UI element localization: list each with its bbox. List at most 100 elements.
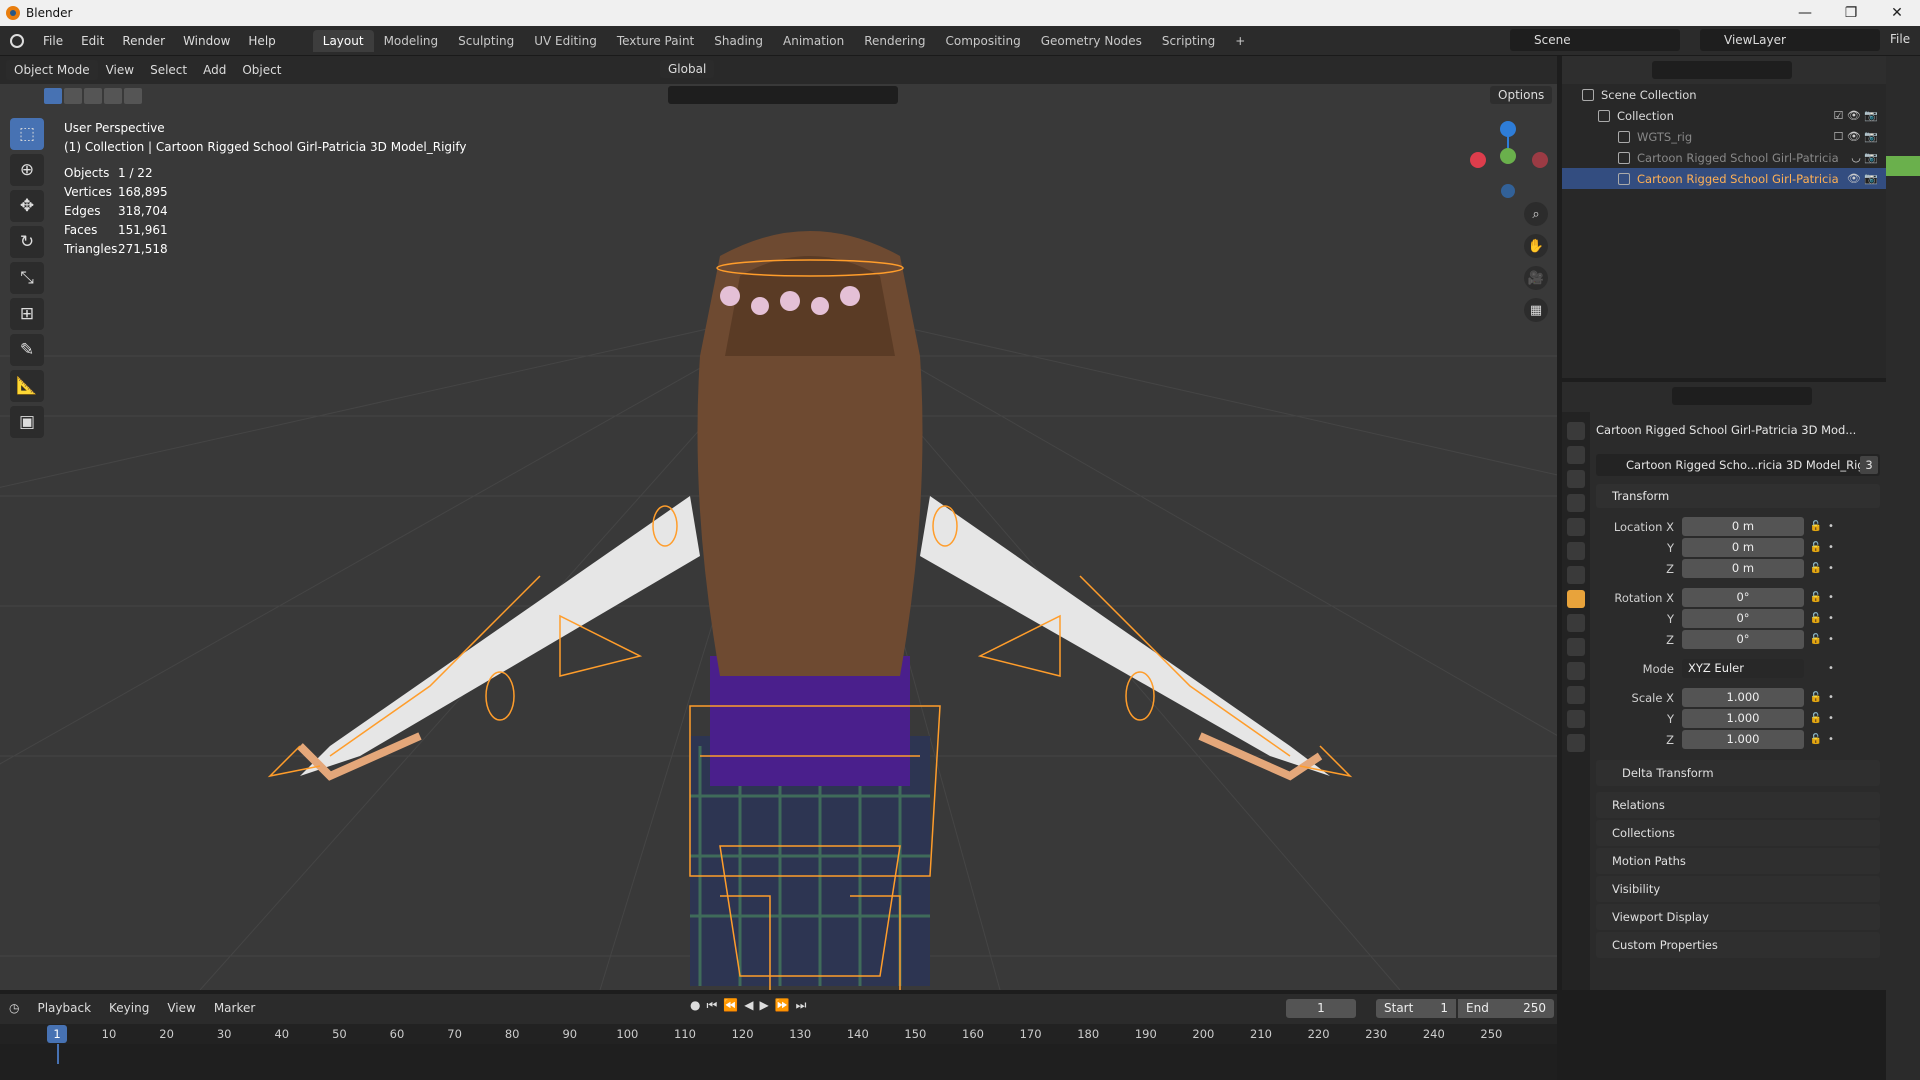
delta-transform-subpanel[interactable]: Delta Transform <box>1596 760 1880 786</box>
menu-help[interactable]: Help <box>239 34 284 48</box>
timeline-menu-marker[interactable]: Marker <box>205 1001 264 1015</box>
tab-sculpting[interactable]: Sculpting <box>448 30 524 52</box>
lock-icon[interactable]: 🔓 <box>1804 713 1828 724</box>
rotation-x-field[interactable]: 0° <box>1682 588 1804 607</box>
menu-window[interactable]: Window <box>174 34 239 48</box>
scene-tab-icon[interactable] <box>1567 518 1585 536</box>
tab-layout[interactable]: Layout <box>312 29 374 52</box>
rotation-y-field[interactable]: 0° <box>1682 609 1804 628</box>
outliner-search-field[interactable] <box>1652 61 1792 79</box>
add-workspace-button[interactable]: + <box>1225 30 1255 52</box>
user-count-badge[interactable]: 3 <box>1860 456 1878 474</box>
output-tab-icon[interactable] <box>1567 470 1585 488</box>
visibility-toggles[interactable]: ☐ 👁 📷 <box>1833 130 1878 143</box>
tab-modeling[interactable]: Modeling <box>374 30 449 52</box>
texture-tab-icon[interactable] <box>1567 734 1585 752</box>
timeline-menu-keying[interactable]: Keying <box>100 1001 158 1015</box>
viewport-menu-object[interactable]: Object <box>234 61 289 79</box>
maximize-button[interactable]: ❐ <box>1828 0 1874 26</box>
keyframe-dot-icon[interactable]: • <box>1828 563 1834 574</box>
lock-icon[interactable]: 🔓 <box>1804 521 1828 532</box>
editor-type-icon[interactable]: ◷ <box>0 1001 28 1015</box>
keyframe-dot-icon[interactable]: • <box>1828 521 1834 532</box>
rotation-mode-dropdown[interactable]: XYZ Euler <box>1682 659 1804 678</box>
jump-keyframe-forward-icon[interactable]: ⏩ <box>775 998 790 1013</box>
outliner-item[interactable]: WGTS_rig ☐ 👁 📷 <box>1562 126 1886 147</box>
jump-start-icon[interactable]: ⏮ <box>706 998 717 1013</box>
collections-subpanel[interactable]: Collections <box>1596 820 1880 846</box>
camera-view-icon[interactable]: 🎥 <box>1524 266 1548 290</box>
options-button[interactable]: Options <box>1490 86 1553 104</box>
play-reverse-icon[interactable]: ◀ <box>744 998 753 1013</box>
tab-geometry-nodes[interactable]: Geometry Nodes <box>1031 30 1152 52</box>
right-file-menu[interactable]: File <box>1890 32 1910 46</box>
jump-keyframe-back-icon[interactable]: ⏪ <box>723 998 738 1013</box>
location-y-field[interactable]: 0 m <box>1682 538 1804 557</box>
viewport-search-field[interactable] <box>668 86 898 104</box>
viewport-menu-add[interactable]: Add <box>195 61 234 79</box>
motion-paths-subpanel[interactable]: Motion Paths <box>1596 848 1880 874</box>
armature-data-tab-icon[interactable] <box>1567 686 1585 704</box>
object-mode-dropdown[interactable]: Object Mode <box>6 60 98 80</box>
location-z-field[interactable]: 0 m <box>1682 559 1804 578</box>
view-layer-selector[interactable]: ViewLayer <box>1700 29 1880 51</box>
transform-orientation-dropdown[interactable]: Global <box>660 60 715 78</box>
object-tab-icon[interactable] <box>1567 590 1585 608</box>
location-x-field[interactable]: 0 m <box>1682 517 1804 536</box>
lock-icon[interactable]: 🔓 <box>1804 634 1828 645</box>
move-tool-icon[interactable]: ✥ <box>10 190 44 222</box>
viewport-menu-view[interactable]: View <box>98 61 142 79</box>
visibility-toggles[interactable]: 👁 📷 <box>1847 172 1878 185</box>
world-tab-icon[interactable] <box>1567 542 1585 560</box>
ortho-grid-icon[interactable]: ▦ <box>1524 298 1548 322</box>
rotate-tool-icon[interactable]: ↻ <box>10 226 44 258</box>
custom-properties-subpanel[interactable]: Custom Properties <box>1596 932 1880 958</box>
timeline-track[interactable] <box>0 1044 1557 1080</box>
keyframe-dot-icon[interactable]: • <box>1828 634 1834 645</box>
keyframe-dot-icon[interactable]: • <box>1828 713 1834 724</box>
tab-shading[interactable]: Shading <box>704 30 773 52</box>
jump-end-icon[interactable]: ⏭ <box>796 998 807 1013</box>
outliner-item-selected[interactable]: Cartoon Rigged School Girl-Patricia 👁 📷 <box>1562 168 1886 189</box>
tab-compositing[interactable]: Compositing <box>935 30 1030 52</box>
3d-viewport[interactable]: Object Mode View Select Add Object Globa… <box>0 56 1557 990</box>
menu-file[interactable]: File <box>34 34 72 48</box>
properties-search-field[interactable] <box>1672 387 1812 405</box>
select-new-icon[interactable] <box>44 88 62 104</box>
keyframe-dot-icon[interactable]: • <box>1828 542 1834 553</box>
select-invert-icon[interactable] <box>104 88 122 104</box>
pan-hand-icon[interactable]: ✋ <box>1524 234 1548 258</box>
scale-x-field[interactable]: 1.000 <box>1682 688 1804 707</box>
minimize-button[interactable]: — <box>1782 0 1828 26</box>
lock-icon[interactable]: 🔓 <box>1804 734 1828 745</box>
lock-icon[interactable]: 🔓 <box>1804 692 1828 703</box>
visibility-toggles[interactable]: ◡ 📷 <box>1851 151 1878 164</box>
render-tab-icon[interactable] <box>1567 446 1585 464</box>
collection-tab-icon[interactable] <box>1567 566 1585 584</box>
outliner-item[interactable]: Scene Collection <box>1562 84 1886 105</box>
timeline-menu-playback[interactable]: Playback <box>28 1001 100 1015</box>
tab-texture-paint[interactable]: Texture Paint <box>607 30 704 52</box>
start-frame-field[interactable]: Start 1 <box>1376 999 1456 1018</box>
blender-menu-icon[interactable] <box>10 33 24 48</box>
scale-tool-icon[interactable]: ⤡ <box>10 262 44 294</box>
lock-icon[interactable]: 🔓 <box>1804 592 1828 603</box>
tab-uv-editing[interactable]: UV Editing <box>524 30 607 52</box>
viewport-display-subpanel[interactable]: Viewport Display <box>1596 904 1880 930</box>
scale-z-field[interactable]: 1.000 <box>1682 730 1804 749</box>
select-extend-icon[interactable] <box>64 88 82 104</box>
keyframe-dot-icon[interactable]: • <box>1828 734 1834 745</box>
tool-tab-icon[interactable] <box>1567 422 1585 440</box>
bone-tab-icon[interactable] <box>1567 710 1585 728</box>
modifiers-tab-icon[interactable] <box>1567 614 1585 632</box>
timeline-menu-view[interactable]: View <box>158 1001 204 1015</box>
current-frame-field[interactable]: 1 <box>1286 999 1356 1018</box>
zoom-icon[interactable]: ⌕ <box>1524 202 1548 226</box>
record-icon[interactable]: ● <box>690 998 700 1013</box>
tab-scripting[interactable]: Scripting <box>1152 30 1225 52</box>
playhead-frame[interactable]: 1 <box>47 1025 67 1043</box>
keyframe-dot-icon[interactable]: • <box>1828 613 1834 624</box>
menu-edit[interactable]: Edit <box>72 34 113 48</box>
tab-rendering[interactable]: Rendering <box>854 30 935 52</box>
constraints-tab-icon[interactable] <box>1567 662 1585 680</box>
